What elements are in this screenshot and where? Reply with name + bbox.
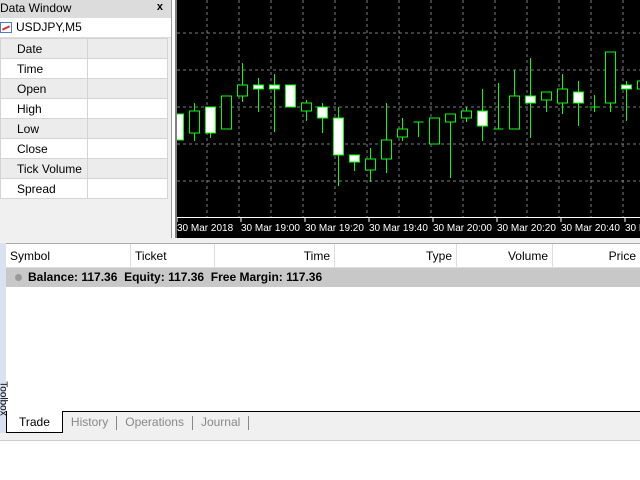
data-row: Low [0, 118, 168, 139]
data-row: Tick Volume [0, 158, 168, 179]
close-icon[interactable]: x [157, 1, 163, 13]
col-symbol[interactable]: Symbol [6, 244, 131, 268]
tab-history[interactable]: History [63, 412, 116, 433]
x-tick-label: 30 Mar 2018 [177, 223, 234, 234]
candle-body [177, 113, 184, 141]
candle-body [381, 139, 392, 160]
candle-body [429, 117, 440, 145]
status-dot-icon [15, 274, 22, 281]
candle-body [461, 110, 472, 119]
row-value [87, 98, 168, 119]
tab-trade[interactable]: Trade [6, 411, 63, 433]
row-label: High [0, 98, 88, 119]
data-row: Date [0, 38, 168, 59]
candle-body [525, 95, 536, 104]
candle-body [477, 110, 488, 127]
tab-separator [248, 416, 250, 430]
tab-journal[interactable]: Journal [193, 412, 248, 433]
row-value [87, 158, 168, 179]
data-row: Time [0, 58, 168, 79]
symbol-label: USDJPY,M5 [16, 20, 82, 34]
x-tick-label: 30 Mar 20:20 [497, 223, 556, 234]
row-label: Close [0, 138, 88, 159]
col-ticket[interactable]: Ticket [131, 244, 215, 268]
row-label: Low [0, 118, 88, 139]
x-tick-label: 30 Mar 20:00 [433, 223, 492, 234]
col-volume[interactable]: Volume [457, 244, 553, 268]
candle-body [253, 84, 264, 90]
col-time[interactable]: Time [215, 244, 335, 268]
candle-body [445, 113, 456, 123]
candlestick-chart[interactable]: 30 Mar 2018 30 Mar 19:00 30 Mar 19:20 30 Ma… [177, 0, 640, 238]
price-chart[interactable]: 30 Mar 2018 30 Mar 19:00 30 Mar 19:20 30 Ma… [175, 0, 640, 238]
candle-body [365, 158, 376, 171]
data-window: Data Window x USDJPY,M5 Date Time Open High… [0, 0, 172, 238]
symbol-row: USDJPY,M5 [0, 18, 171, 38]
candle-body [333, 117, 344, 156]
candle-body [269, 84, 280, 90]
candle-body [221, 95, 232, 130]
col-price[interactable]: Price [553, 244, 640, 268]
table-header: Symbol Ticket Time Type Volume Price [6, 243, 640, 268]
candle-body [605, 51, 616, 104]
data-row: High [0, 98, 168, 119]
row-value [87, 138, 168, 159]
chart-icon [0, 22, 12, 33]
row-label: Date [0, 38, 88, 59]
data-row: Close [0, 138, 168, 159]
candle-body [189, 110, 200, 134]
tab-operations[interactable]: Operations [117, 412, 192, 433]
row-label: Tick Volume [0, 158, 88, 179]
row-label: Open [0, 78, 88, 99]
candle-body [285, 84, 296, 108]
row-value [87, 78, 168, 99]
toolbox-tabs: Trade History Operations Journal [6, 411, 640, 433]
x-tick-label: 30 Mar 19:20 [305, 223, 364, 234]
toolbox-panel: Toolbox Symbol Ticket Time Type Volume P… [0, 243, 640, 443]
data-table: Date Time Open High Low Close Tick Volume Sprea… [0, 38, 168, 199]
x-tick-label: 30 Mar 20:40 [561, 223, 620, 234]
x-tick-label: 30 Mar 19:00 [241, 223, 300, 234]
row-value [87, 38, 168, 59]
candle-body [557, 88, 568, 104]
candle-body [573, 91, 584, 104]
row-label: Time [0, 58, 88, 79]
balance-row[interactable]: Balance: 117.36 Equity: 117.36 Free Marg… [6, 268, 640, 287]
candle-body [317, 106, 328, 119]
row-label: Spread [0, 178, 88, 199]
balance-text: Balance: 117.36 Equity: 117.36 Free Marg… [28, 270, 323, 284]
status-bar [0, 433, 640, 441]
x-tick-label: 30 Mar 21:00 [625, 223, 640, 234]
data-window-titlebar[interactable]: Data Window x [0, 0, 171, 18]
row-value [87, 118, 168, 139]
candle-body [301, 102, 312, 112]
data-window-title: Data Window [0, 1, 72, 15]
candle-body [349, 154, 360, 163]
x-tick-label: 30 Mar 19:40 [369, 223, 428, 234]
row-value [87, 58, 168, 79]
candle-body [509, 95, 520, 130]
candle-body [621, 84, 632, 90]
data-row: Spread [0, 178, 168, 199]
row-value [87, 178, 168, 199]
candle-body [237, 84, 248, 97]
candle-body [397, 128, 408, 138]
candle-body [205, 106, 216, 134]
col-type[interactable]: Type [335, 244, 457, 268]
candle-body [541, 91, 552, 101]
data-row: Open [0, 78, 168, 99]
